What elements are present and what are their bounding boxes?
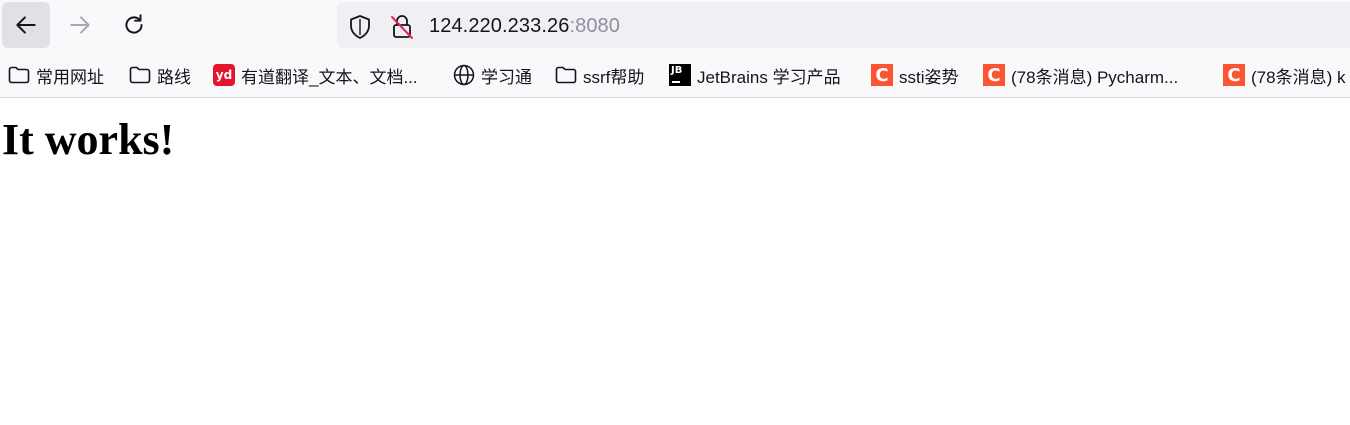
bookmark-item[interactable]: C (78条消息) k [1223,62,1345,88]
bookmark-label: 常用网址 [36,67,104,87]
shield-icon[interactable] [348,14,372,40]
arrow-left-icon [16,16,36,34]
url-port: :8080 [569,15,620,37]
bookmark-label: ssrf帮助 [583,67,645,87]
back-button[interactable] [2,2,50,48]
jetbrains-icon-text: JB [671,65,683,76]
csdn-icon: C [983,64,1005,86]
url-text[interactable]: 124.220.233.26:8080 [429,15,620,38]
globe-icon [453,64,475,86]
bookmark-folder[interactable]: 常用网址 [8,62,104,88]
address-bar[interactable]: 124.220.233.26:8080 [337,2,1350,48]
bookmark-label: 路线 [157,67,191,87]
insecure-lock-icon[interactable] [389,13,415,41]
csdn-icon: C [1223,64,1245,86]
bookmark-folder[interactable]: 路线 [129,62,191,88]
folder-icon [555,64,577,86]
bookmark-folder[interactable]: ssrf帮助 [555,62,644,88]
csdn-icon: C [871,64,893,86]
reload-button[interactable] [110,2,158,48]
bookmark-label: 学习通 [481,67,532,87]
bookmark-item[interactable]: yd 有道翻译_文本、文档... [213,62,418,88]
folder-icon [8,64,30,86]
page-heading: It works! [2,115,175,164]
bookmarks-toolbar: 常用网址 路线 yd 有道翻译_文本、文档... 学习通 ssrf帮助 JB J… [0,52,1350,98]
youdao-icon: yd [213,64,235,86]
bookmark-label: ssti姿势 [899,67,959,87]
bookmark-item[interactable]: 学习通 [453,62,532,88]
bookmark-label: JetBrains 学习产品 [697,67,841,87]
reload-icon [125,14,143,34]
folder-icon [129,64,151,86]
bookmark-label: 有道翻译_文本、文档... [241,67,418,87]
bookmark-label: (78条消息) k [1251,67,1346,87]
arrow-right-icon [70,16,90,34]
bookmark-item[interactable]: C ssti姿势 [871,62,959,88]
page-content: It works! [0,98,1350,425]
jetbrains-icon: JB [669,64,691,86]
browser-toolbar: 124.220.233.26:8080 [0,0,1350,52]
forward-button[interactable] [56,2,104,48]
bookmark-label: (78条消息) Pycharm... [1011,67,1179,87]
url-host: 124.220.233.26 [429,15,570,37]
bookmark-item[interactable]: JB JetBrains 学习产品 [669,62,841,88]
bookmark-item[interactable]: C (78条消息) Pycharm... [983,62,1178,88]
